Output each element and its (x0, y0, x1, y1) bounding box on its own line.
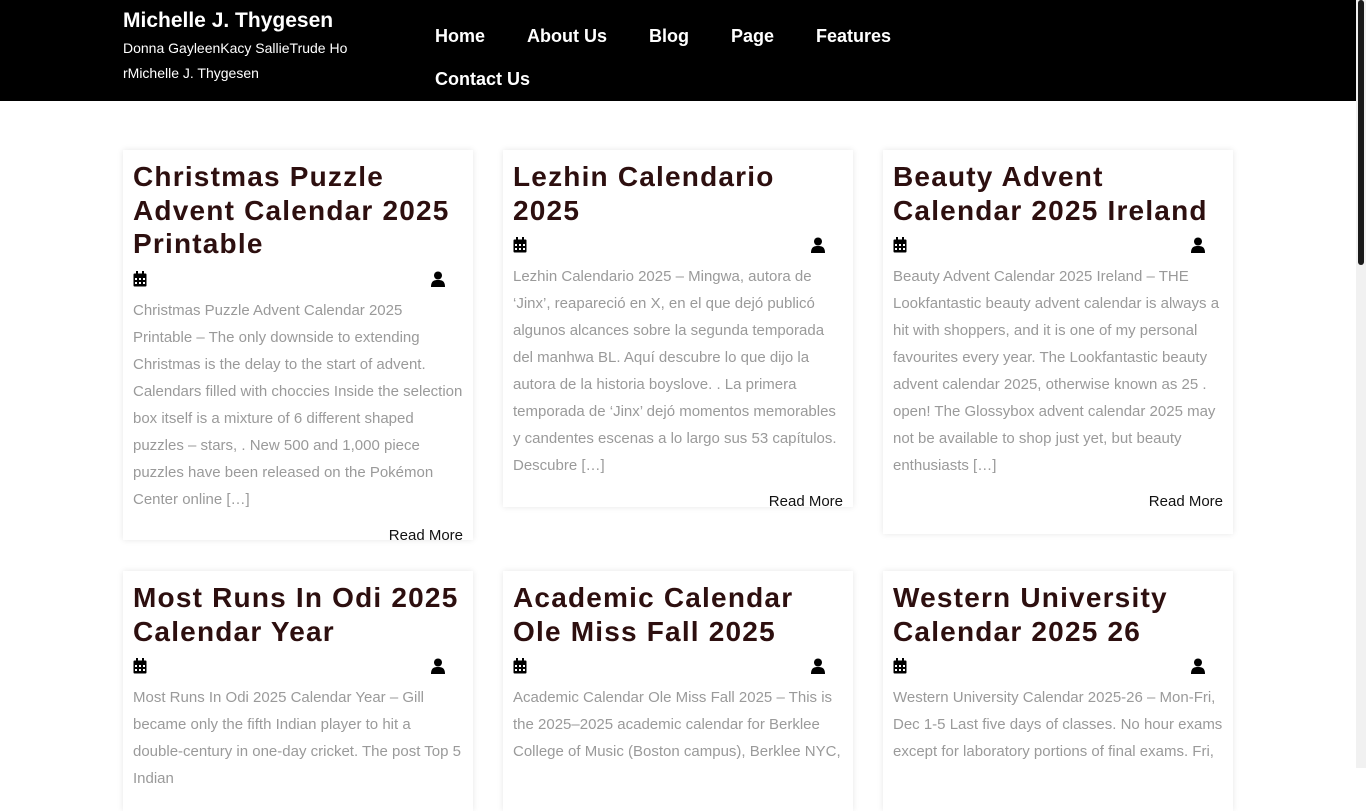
nav-item-contact-us[interactable]: Contact Us (435, 68, 530, 90)
post-title[interactable]: Most Runs In Odi 2025 Calendar Year (133, 581, 463, 648)
page-scrollbar[interactable] (1356, 0, 1366, 768)
nav-item-features[interactable]: Features (816, 25, 891, 47)
post-excerpt: Western University Calendar 2025-26 – Mo… (893, 689, 1223, 760)
user-icon (811, 658, 825, 674)
post-card: Western University Calendar 2025 26 West… (883, 571, 1233, 811)
nav-item-blog[interactable]: Blog (649, 25, 689, 47)
post-excerpt: Lezhin Calendario 2025 – Mingwa, autora … (513, 268, 837, 474)
site-header: Michelle J. Thygesen Donna GayleenKacy S… (0, 0, 1356, 101)
site-tagline: Donna GayleenKacy SallieTrude HorMichell… (123, 40, 348, 81)
scrollbar-thumb[interactable] (1358, 0, 1364, 265)
user-icon (811, 237, 825, 253)
calendar-icon (133, 270, 147, 286)
read-more-link[interactable]: Read More (133, 527, 463, 559)
post-card: Most Runs In Odi 2025 Calendar Year Most… (123, 571, 473, 811)
post-meta (513, 227, 843, 263)
main-nav: Home About Us Blog Page Features Contact… (435, 0, 1035, 101)
post-excerpt: Academic Calendar Ole Miss Fall 2025 – T… (513, 689, 841, 760)
post-title[interactable]: Lezhin Calendario 2025 (513, 160, 843, 227)
post-card: Christmas Puzzle Advent Calendar 2025 Pr… (123, 150, 473, 544)
calendar-icon (513, 658, 527, 674)
post-meta (893, 227, 1223, 263)
nav-item-about-us[interactable]: About Us (527, 25, 607, 47)
user-icon (1191, 658, 1205, 674)
calendar-icon (133, 658, 147, 674)
calendar-icon (893, 658, 907, 674)
post-title[interactable]: Academic Calendar Ole Miss Fall 2025 (513, 581, 843, 648)
calendar-icon (513, 237, 527, 253)
post-title[interactable]: Western University Calendar 2025 26 (893, 581, 1223, 648)
nav-item-page[interactable]: Page (731, 25, 774, 47)
post-meta (893, 648, 1223, 684)
post-meta (133, 648, 463, 684)
post-title[interactable]: Beauty Advent Calendar 2025 Ireland (893, 160, 1223, 227)
post-excerpt: Beauty Advent Calendar 2025 Ireland – TH… (893, 268, 1220, 474)
user-icon (431, 271, 445, 287)
user-icon (431, 658, 445, 674)
post-excerpt: Most Runs In Odi 2025 Calendar Year – Gi… (133, 689, 461, 787)
post-title[interactable]: Christmas Puzzle Advent Calendar 2025 Pr… (133, 160, 463, 261)
post-card: Lezhin Calendario 2025 Lezhin Calendario… (503, 150, 853, 510)
nav-item-home[interactable]: Home (435, 25, 485, 47)
post-card: Academic Calendar Ole Miss Fall 2025 Aca… (503, 571, 853, 811)
post-card: Beauty Advent Calendar 2025 Ireland Beau… (883, 150, 1233, 534)
read-more-link[interactable]: Read More (893, 493, 1223, 525)
site-title[interactable]: Michelle J. Thygesen (123, 8, 333, 34)
calendar-icon (893, 237, 907, 253)
user-icon (1191, 237, 1205, 253)
post-meta (513, 648, 843, 684)
post-excerpt: Christmas Puzzle Advent Calendar 2025 Pr… (133, 301, 463, 508)
post-meta (133, 261, 463, 297)
read-more-link[interactable]: Read More (513, 493, 843, 525)
